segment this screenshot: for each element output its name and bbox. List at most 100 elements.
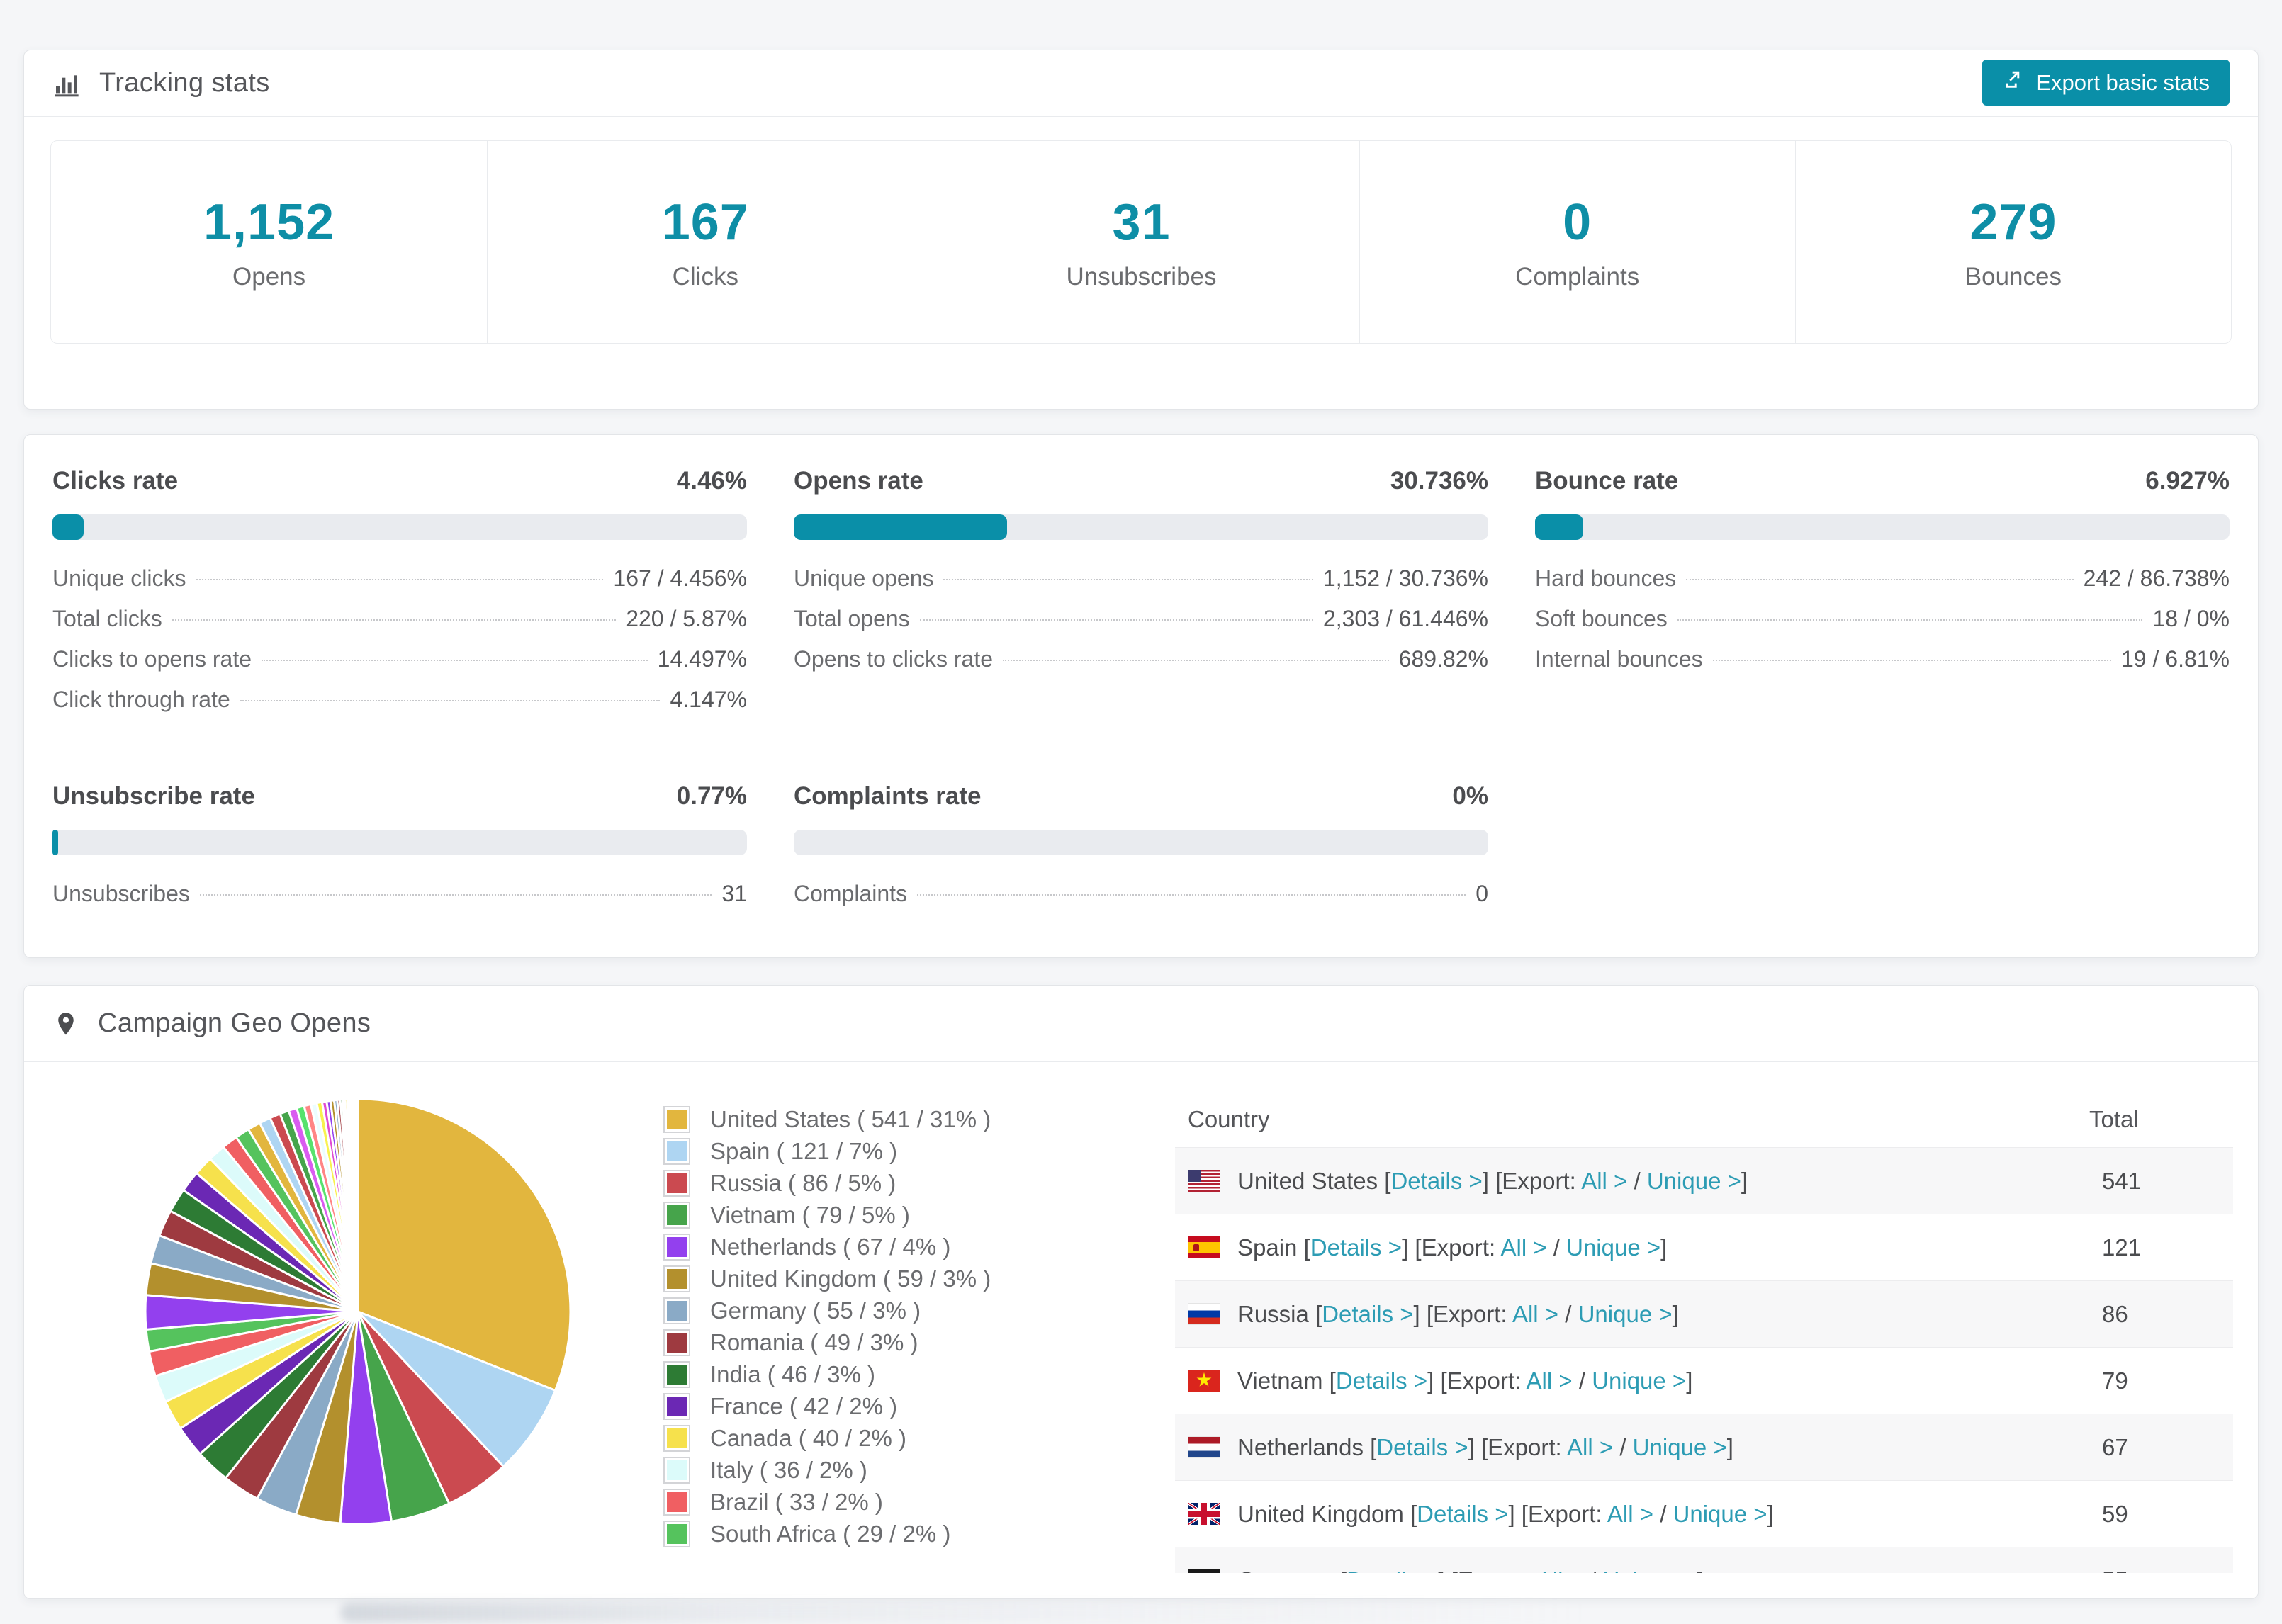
rate-title: Complaints rate [794, 782, 982, 810]
export-unique-link[interactable]: Unique > [1602, 1567, 1697, 1574]
details-link[interactable]: Details > [1310, 1234, 1402, 1261]
dashboard-page: Tracking stats Export basic stats 1,152 … [0, 0, 2282, 1624]
geo-header: Campaign Geo Opens [24, 986, 2258, 1062]
country-name: Netherlands [1237, 1433, 1364, 1460]
export-label: Export: [1488, 1433, 1562, 1460]
country-flag-icon [1188, 1370, 1220, 1392]
summary-stat-cell: 31 Unsubscribes [923, 141, 1359, 343]
country-name: Russia [1237, 1300, 1309, 1327]
geo-country-table: Country Total United States [Details >] … [1175, 1092, 2233, 1573]
bottom-scroll-shadow [340, 1603, 1587, 1623]
geo-opens-pie-chart [144, 1098, 572, 1526]
details-link[interactable]: Details > [1347, 1567, 1438, 1574]
summary-stat-label: Opens [232, 262, 306, 291]
export-all-link[interactable]: All > [1581, 1168, 1627, 1194]
export-all-link[interactable]: All > [1512, 1301, 1558, 1327]
pie-legend: United States ( 541 / 31% ) Spain ( 121 … [663, 1103, 991, 1550]
legend-color-swatch [663, 1137, 690, 1165]
stat-row: Hard bounces 242 / 86.738% [1535, 565, 2230, 591]
rate-value: 6.927% [2145, 467, 2230, 495]
country-flag-icon [1188, 1303, 1220, 1325]
legend-label: Italy ( 36 / 2% ) [710, 1456, 867, 1483]
legend-item: Germany ( 55 / 3% ) [663, 1295, 991, 1326]
export-label: Export: [1458, 1567, 1532, 1574]
summary-stat-cell: 1,152 Opens [51, 141, 487, 343]
legend-label: United Kingdom ( 59 / 3% ) [710, 1265, 991, 1292]
country-total: 59 [2102, 1500, 2128, 1527]
legend-item: Romania ( 49 / 3% ) [663, 1326, 991, 1358]
export-unique-link[interactable]: Unique > [1647, 1168, 1741, 1194]
legend-label: Germany ( 55 / 3% ) [710, 1297, 921, 1324]
export-label: Export: [1527, 1500, 1602, 1527]
table-row: Spain [Details >] [Export: All > / Uniqu… [1175, 1214, 2233, 1280]
legend-item: Vietnam ( 79 / 5% ) [663, 1199, 991, 1231]
summary-stat-label: Bounces [1965, 262, 2062, 291]
export-unique-link[interactable]: Unique > [1673, 1501, 1767, 1527]
legend-color-swatch [663, 1265, 690, 1292]
dotted-leader [262, 660, 648, 661]
legend-item: United States ( 541 / 31% ) [663, 1103, 991, 1135]
export-all-link[interactable]: All > [1567, 1434, 1613, 1460]
stat-row: Internal bounces 19 / 6.81% [1535, 646, 2230, 672]
country-total: 67 [2102, 1433, 2128, 1460]
export-all-link[interactable]: All > [1607, 1501, 1653, 1527]
country-flag-icon [1188, 1436, 1220, 1458]
rate-block-unsubscribe: Unsubscribe rate 0.77% Unsubscribes 31 [52, 782, 747, 921]
details-link[interactable]: Details > [1417, 1501, 1508, 1527]
table-rows: United States [Details >] [Export: All >… [1175, 1147, 2233, 1573]
summary-stat-cell: 0 Complaints [1359, 141, 1795, 343]
progress-bar [794, 830, 1488, 855]
progress-bar-fill [1535, 514, 1583, 540]
legend-label: India ( 46 / 3% ) [710, 1360, 875, 1387]
export-unique-link[interactable]: Unique > [1592, 1368, 1686, 1394]
rate-block-bounce: Bounce rate 6.927% Hard bounces 242 / 86.… [1535, 467, 2230, 727]
table-row: Vietnam [Details >] [Export: All > / Uni… [1175, 1347, 2233, 1414]
summary-stats: 1,152 Opens 167 Clicks 31 Unsubscribes 0… [50, 140, 2232, 344]
legend-item: Spain ( 121 / 7% ) [663, 1135, 991, 1167]
summary-stat-value: 167 [661, 193, 749, 251]
export-all-link[interactable]: All > [1527, 1368, 1573, 1394]
column-header-country: Country [1188, 1106, 1270, 1132]
tracking-stats-card: Tracking stats Export basic stats 1,152 … [23, 50, 2259, 410]
country-total: 541 [2102, 1167, 2142, 1194]
export-all-link[interactable]: All > [1537, 1567, 1583, 1574]
column-header-total: Total [2089, 1106, 2139, 1132]
export-basic-stats-button[interactable]: Export basic stats [1982, 60, 2230, 106]
campaign-geo-opens-card: Campaign Geo Opens United States ( 541 /… [23, 985, 2259, 1599]
rate-value: 0.77% [676, 782, 747, 810]
export-all-link[interactable]: All > [1500, 1234, 1546, 1261]
export-label: Export: [1421, 1234, 1496, 1261]
legend-color-swatch [663, 1233, 690, 1261]
details-link[interactable]: Details > [1390, 1168, 1482, 1194]
summary-stat-value: 0 [1563, 193, 1592, 251]
country-total: 79 [2102, 1367, 2128, 1394]
export-label: Export: [1433, 1300, 1507, 1327]
legend-label: South Africa ( 29 / 2% ) [710, 1520, 951, 1547]
country-name: Vietnam [1237, 1367, 1323, 1394]
rate-value: 30.736% [1390, 467, 1488, 495]
details-link[interactable]: Details > [1376, 1434, 1468, 1460]
tracking-stats-header: Tracking stats Export basic stats [24, 50, 2258, 117]
rate-block-opens: Opens rate 30.736% Unique opens 1,152 / 3… [794, 467, 1488, 727]
dotted-leader [917, 894, 1466, 896]
summary-stat-label: Complaints [1515, 262, 1640, 291]
legend-label: Russia ( 86 / 5% ) [710, 1169, 896, 1196]
rates-grid: Clicks rate 4.46% Unique clicks 167 / 4.4… [52, 467, 2230, 921]
legend-color-swatch [663, 1392, 690, 1420]
country-flag-icon [1188, 1170, 1220, 1192]
details-link[interactable]: Details > [1336, 1368, 1427, 1394]
map-pin-icon [52, 1010, 79, 1037]
legend-color-swatch [663, 1297, 690, 1324]
country-name: United Kingdom [1237, 1500, 1404, 1527]
legend-label: Vietnam ( 79 / 5% ) [710, 1201, 910, 1228]
export-unique-link[interactable]: Unique > [1566, 1234, 1660, 1261]
legend-color-swatch [663, 1201, 690, 1229]
legend-item: France ( 42 / 2% ) [663, 1390, 991, 1422]
dotted-leader [1712, 660, 2111, 661]
details-link[interactable]: Details > [1322, 1301, 1413, 1327]
table-row: Netherlands [Details >] [Export: All > /… [1175, 1414, 2233, 1480]
country-flag-icon [1188, 1236, 1220, 1258]
export-unique-link[interactable]: Unique > [1578, 1301, 1673, 1327]
export-unique-link[interactable]: Unique > [1633, 1434, 1727, 1460]
table-row: Germany [Details >] [Export: All > / Uni… [1175, 1547, 2233, 1573]
